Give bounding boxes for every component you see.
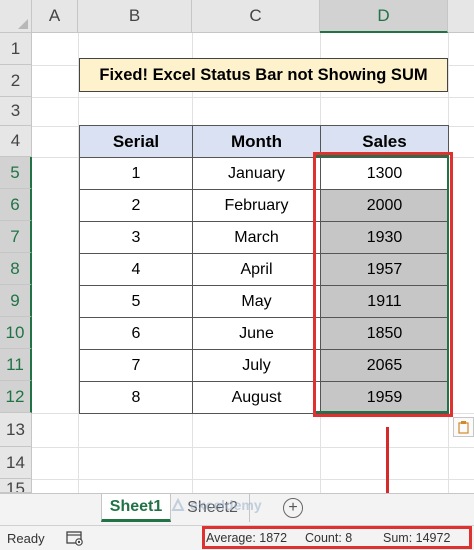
column-header-c[interactable]: C: [192, 0, 320, 33]
tab-sheet1[interactable]: Sheet1: [101, 494, 171, 522]
cell-month[interactable]: August: [192, 381, 321, 414]
column-header-a[interactable]: A: [32, 0, 78, 33]
cell-month[interactable]: July: [192, 349, 321, 382]
select-all-corner[interactable]: [0, 0, 32, 33]
watermark-logo-icon: [171, 497, 185, 511]
cell-serial[interactable]: 3: [79, 221, 193, 254]
cell-month[interactable]: March: [192, 221, 321, 254]
cell-serial[interactable]: 2: [79, 189, 193, 222]
watermark: exceldemy: [170, 497, 262, 513]
row-header-6[interactable]: 6: [0, 189, 32, 221]
cell-serial[interactable]: 8: [79, 381, 193, 414]
cell-serial[interactable]: 6: [79, 317, 193, 350]
spreadsheet: A B C D 1 2 3 4 5 6 7 8 9 10 11 12 13 14…: [0, 0, 474, 550]
cell-serial[interactable]: 1: [79, 157, 193, 190]
row-header-2[interactable]: 2: [0, 65, 32, 97]
row-header-12[interactable]: 12: [0, 381, 32, 413]
quick-analysis-icon[interactable]: [453, 417, 474, 437]
row-header-8[interactable]: 8: [0, 253, 32, 285]
sheet-title: Fixed! Excel Status Bar not Showing SUM: [79, 58, 448, 92]
column-header-d[interactable]: D: [320, 0, 448, 33]
row-header-15[interactable]: 15: [0, 479, 32, 493]
row-header-14[interactable]: 14: [0, 447, 32, 479]
status-ready: Ready: [7, 531, 45, 546]
row-header-1[interactable]: 1: [0, 33, 32, 65]
cell-month[interactable]: January: [192, 157, 321, 190]
watermark-text: exceldemy: [190, 497, 262, 513]
row-header-11[interactable]: 11: [0, 349, 32, 381]
row-header-5[interactable]: 5: [0, 157, 32, 189]
macro-recording-icon[interactable]: [66, 530, 84, 546]
cell-month[interactable]: February: [192, 189, 321, 222]
header-month[interactable]: Month: [192, 125, 321, 158]
row-header-7[interactable]: 7: [0, 221, 32, 253]
column-header-e[interactable]: [448, 0, 474, 33]
row-header-4[interactable]: 4: [0, 126, 32, 157]
cell-month[interactable]: May: [192, 285, 321, 318]
header-serial[interactable]: Serial: [79, 125, 193, 158]
highlight-box-sales: [313, 152, 453, 417]
highlight-box-status: [202, 526, 472, 549]
row-header-3[interactable]: 3: [0, 97, 32, 126]
row-header-9[interactable]: 9: [0, 285, 32, 317]
column-header-b[interactable]: B: [78, 0, 192, 33]
add-sheet-icon[interactable]: +: [283, 498, 303, 518]
cell-month[interactable]: June: [192, 317, 321, 350]
cell-serial[interactable]: 4: [79, 253, 193, 286]
cell-month[interactable]: April: [192, 253, 321, 286]
cell-serial[interactable]: 5: [79, 285, 193, 318]
row-header-13[interactable]: 13: [0, 413, 32, 447]
row-header-10[interactable]: 10: [0, 317, 32, 349]
cell-serial[interactable]: 7: [79, 349, 193, 382]
